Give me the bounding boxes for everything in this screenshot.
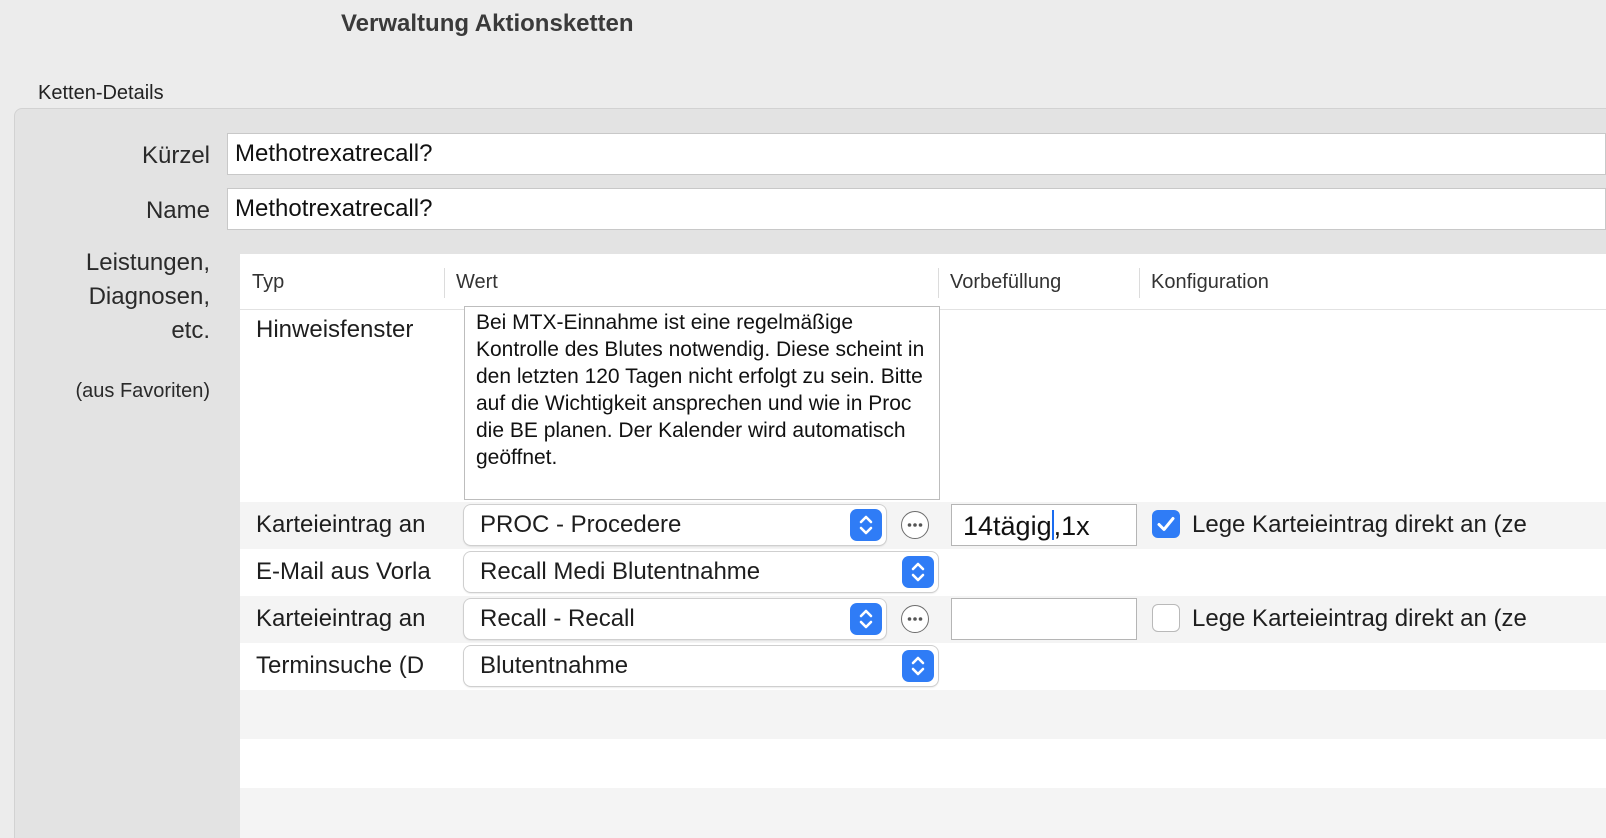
empty-row bbox=[240, 739, 1606, 788]
services-table: Typ Wert Vorbefüllung Konfiguration Hinw… bbox=[240, 254, 1606, 838]
direct-entry-label: Lege Karteieintrag direkt an (ze bbox=[1192, 605, 1527, 632]
column-header-vorbefuellung[interactable]: Vorbefüllung bbox=[950, 268, 1061, 296]
empty-row bbox=[240, 788, 1606, 838]
direct-entry-label: Lege Karteieintrag direkt an (ze bbox=[1192, 511, 1527, 538]
value-popup[interactable]: Blutentnahme bbox=[464, 646, 938, 686]
checkmark-icon bbox=[1157, 517, 1175, 531]
chevron-up-down-icon bbox=[902, 556, 934, 588]
empty-row bbox=[240, 690, 1606, 739]
value-popup-label: Recall - Recall bbox=[480, 605, 635, 632]
chevron-up-down-icon bbox=[902, 650, 934, 682]
row-type: Terminsuche (D bbox=[256, 652, 425, 679]
ellipsis-circle-icon[interactable] bbox=[901, 511, 929, 539]
prefill-text-before: 14tägig bbox=[963, 511, 1052, 541]
column-header-typ[interactable]: Typ bbox=[252, 268, 284, 296]
chevron-up-down-icon bbox=[850, 509, 882, 541]
table-row[interactable]: Karteieintrag an Recall - Recall Lege Ka… bbox=[240, 596, 1606, 643]
prefill-text-after: ,1x bbox=[1053, 511, 1090, 541]
value-popup-label: PROC - Procedere bbox=[480, 511, 682, 538]
services-label-line1: Leistungen, bbox=[85, 249, 210, 276]
name-label: Name bbox=[145, 197, 210, 224]
prefill-field[interactable]: 14tägig,1x bbox=[951, 504, 1137, 546]
column-separator bbox=[1139, 268, 1140, 298]
value-popup[interactable]: Recall - Recall bbox=[464, 599, 886, 639]
direct-entry-checkbox[interactable] bbox=[1152, 510, 1180, 538]
direct-entry-checkbox[interactable] bbox=[1152, 604, 1180, 632]
favorites-hint: (aus Favoriten) bbox=[75, 380, 211, 402]
ellipsis-circle-icon[interactable] bbox=[901, 605, 929, 633]
value-popup[interactable]: Recall Medi Blutentnahme bbox=[464, 552, 938, 592]
value-popup[interactable]: PROC - Procedere bbox=[464, 505, 886, 545]
table-row[interactable]: E-Mail aus Vorla Recall Medi Blutentnahm… bbox=[240, 549, 1606, 596]
services-label-line2: Diagnosen, bbox=[88, 283, 210, 310]
prefill-field[interactable] bbox=[951, 598, 1137, 640]
row-type: Karteieintrag an bbox=[256, 605, 426, 632]
column-separator bbox=[444, 268, 445, 298]
kuerzel-label: Kürzel bbox=[141, 142, 210, 169]
column-header-konfiguration[interactable]: Konfiguration bbox=[1151, 268, 1269, 296]
group-label: Ketten-Details bbox=[38, 82, 164, 104]
row-type: Hinweisfenster bbox=[256, 316, 414, 343]
services-label-line3: etc. bbox=[171, 317, 210, 344]
row-type: E-Mail aus Vorla bbox=[256, 558, 431, 585]
kuerzel-field[interactable]: Methotrexatrecall? bbox=[227, 133, 1606, 175]
value-popup-label: Blutentnahme bbox=[480, 652, 629, 679]
table-row[interactable]: Terminsuche (D Blutentnahme bbox=[240, 643, 1606, 690]
title-bar: Verwaltung Aktionsketten bbox=[0, 0, 1606, 54]
column-separator bbox=[938, 268, 939, 298]
services-label: Leistungen, Diagnosen, etc. bbox=[20, 246, 210, 348]
hint-text-area[interactable]: Bei MTX-Einnahme ist eine regelmäßige Ko… bbox=[464, 306, 940, 500]
value-popup-label: Recall Medi Blutentnahme bbox=[480, 558, 761, 585]
name-field[interactable]: Methotrexatrecall? bbox=[227, 188, 1606, 230]
row-type: Karteieintrag an bbox=[256, 511, 426, 538]
window-title: Verwaltung Aktionsketten bbox=[341, 10, 634, 37]
table-row[interactable]: Hinweisfenster Bei MTX-Einnahme ist eine… bbox=[240, 302, 1606, 502]
chevron-up-down-icon bbox=[850, 603, 882, 635]
column-header-wert[interactable]: Wert bbox=[456, 268, 498, 296]
table-row[interactable]: Karteieintrag an PROC - Procedere 14tägi… bbox=[240, 502, 1606, 549]
